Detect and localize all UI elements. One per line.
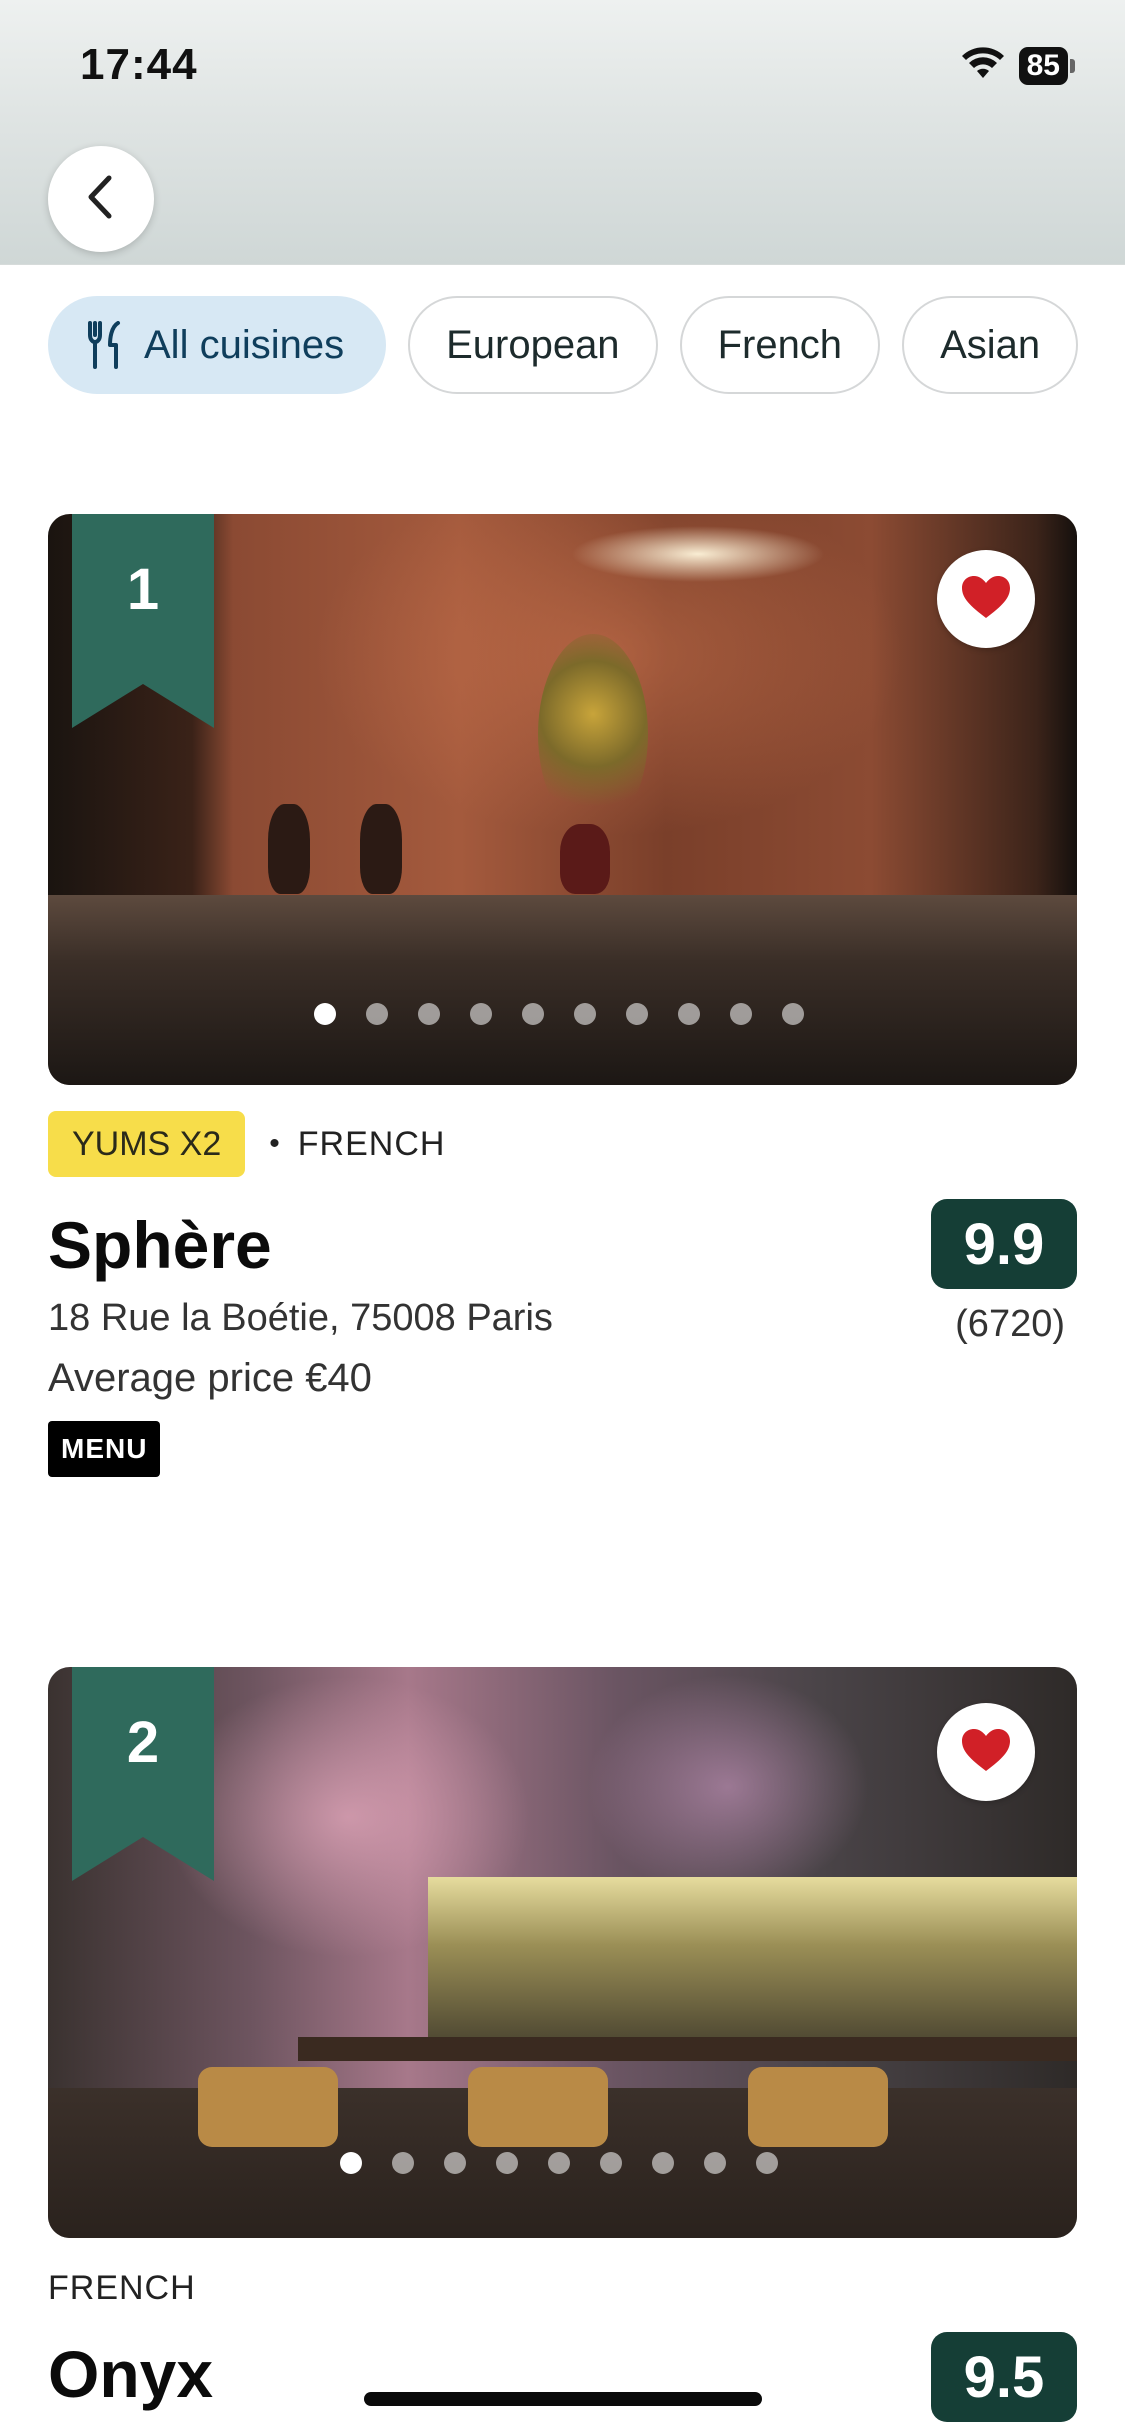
battery-tip (1070, 58, 1075, 73)
photo-decor (198, 2067, 338, 2147)
cuisine-label: FRENCH (297, 1124, 446, 1163)
separator-dot: • (269, 1127, 280, 1160)
filter-chip-all-cuisines[interactable]: All cuisines (48, 296, 387, 394)
status-icons: 85 (961, 46, 1075, 85)
top-header: 17:44 85 (0, 0, 1125, 265)
rating-score: 9.5 (931, 2332, 1077, 2422)
photo-decor (538, 634, 648, 834)
carousel-dot[interactable] (496, 2152, 518, 2174)
photo-decor (748, 2067, 888, 2147)
battery-icon: 85 (1018, 46, 1075, 85)
photo-decor (468, 2067, 608, 2147)
filter-chip-label: Asian (940, 322, 1041, 367)
carousel-dot[interactable] (392, 2152, 414, 2174)
carousel-dot[interactable] (470, 1003, 492, 1025)
rating-score: 9.9 (931, 1199, 1077, 1289)
review-count: (6720) (955, 1303, 1065, 1345)
carousel-dot[interactable] (678, 1003, 700, 1025)
restaurant-card[interactable]: 2 FRENCH Onyx 9.5 (48, 1667, 1077, 2422)
carousel-dot[interactable] (652, 2152, 674, 2174)
cutlery-icon (86, 321, 126, 369)
heart-icon (960, 1727, 1012, 1778)
yums-badge: YUMS X2 (48, 1111, 246, 1177)
carousel-dot[interactable] (704, 2152, 726, 2174)
restaurant-meta: FRENCH (48, 2260, 1077, 2316)
photo-decor (560, 824, 610, 894)
restaurant-meta: YUMS X2 • FRENCH (48, 1111, 1077, 1177)
filter-chip-label: European (446, 322, 620, 367)
carousel-dot[interactable] (522, 1003, 544, 1025)
photo-decor (298, 2037, 1077, 2061)
filter-chip-label: All cuisines (144, 322, 345, 367)
menu-badge[interactable]: MENU (48, 1421, 161, 1477)
restaurant-photo-carousel[interactable]: 1 (48, 514, 1077, 1085)
cuisine-label: FRENCH (48, 2268, 196, 2307)
carousel-dot[interactable] (730, 1003, 752, 1025)
favorite-button[interactable] (937, 1703, 1035, 1801)
carousel-dot[interactable] (756, 2152, 778, 2174)
carousel-dot[interactable] (600, 2152, 622, 2174)
photo-decor (268, 804, 310, 894)
heart-icon (960, 574, 1012, 625)
restaurant-info: Sphère 18 Rue la Boétie, 75008 Paris Ave… (48, 1199, 1077, 1477)
chevron-left-icon (81, 174, 121, 225)
carousel-dots (48, 1003, 1077, 1025)
filter-chip-french[interactable]: French (679, 296, 881, 394)
carousel-dots (48, 2152, 1077, 2174)
filter-chip-label: French (717, 322, 843, 367)
photo-decor (360, 804, 402, 894)
back-button[interactable] (48, 146, 154, 252)
restaurant-card[interactable]: 1 YUMS X2 • FRENCH Sphère 18 Rue la Boét… (48, 514, 1077, 1477)
cuisine-filter-bar: All cuisines European French Asian (48, 296, 1079, 394)
carousel-dot[interactable] (626, 1003, 648, 1025)
home-indicator[interactable] (364, 2392, 762, 2406)
carousel-dot[interactable] (444, 2152, 466, 2174)
favorite-button[interactable] (937, 550, 1035, 648)
restaurant-address: 18 Rue la Boétie, 75008 Paris (48, 1297, 553, 1339)
filter-chip-asian[interactable]: Asian (902, 296, 1079, 394)
filter-chip-european[interactable]: European (408, 296, 658, 394)
status-time: 17:44 (80, 40, 198, 89)
carousel-dot[interactable] (314, 1003, 336, 1025)
battery-level: 85 (1018, 46, 1068, 85)
rank-ribbon: 2 (72, 1667, 214, 1881)
carousel-dot[interactable] (340, 2152, 362, 2174)
average-price: Average price €40 (48, 1356, 372, 1400)
rank-ribbon: 1 (72, 514, 214, 728)
carousel-dot[interactable] (366, 1003, 388, 1025)
restaurant-photo-carousel[interactable]: 2 (48, 1667, 1077, 2238)
wifi-icon (961, 46, 1005, 85)
restaurant-name[interactable]: Sphère (48, 1205, 1077, 1285)
photo-decor (48, 895, 1077, 1085)
carousel-dot[interactable] (574, 1003, 596, 1025)
carousel-dot[interactable] (548, 2152, 570, 2174)
carousel-dot[interactable] (418, 1003, 440, 1025)
carousel-dot[interactable] (782, 1003, 804, 1025)
photo-decor (428, 1877, 1077, 2047)
